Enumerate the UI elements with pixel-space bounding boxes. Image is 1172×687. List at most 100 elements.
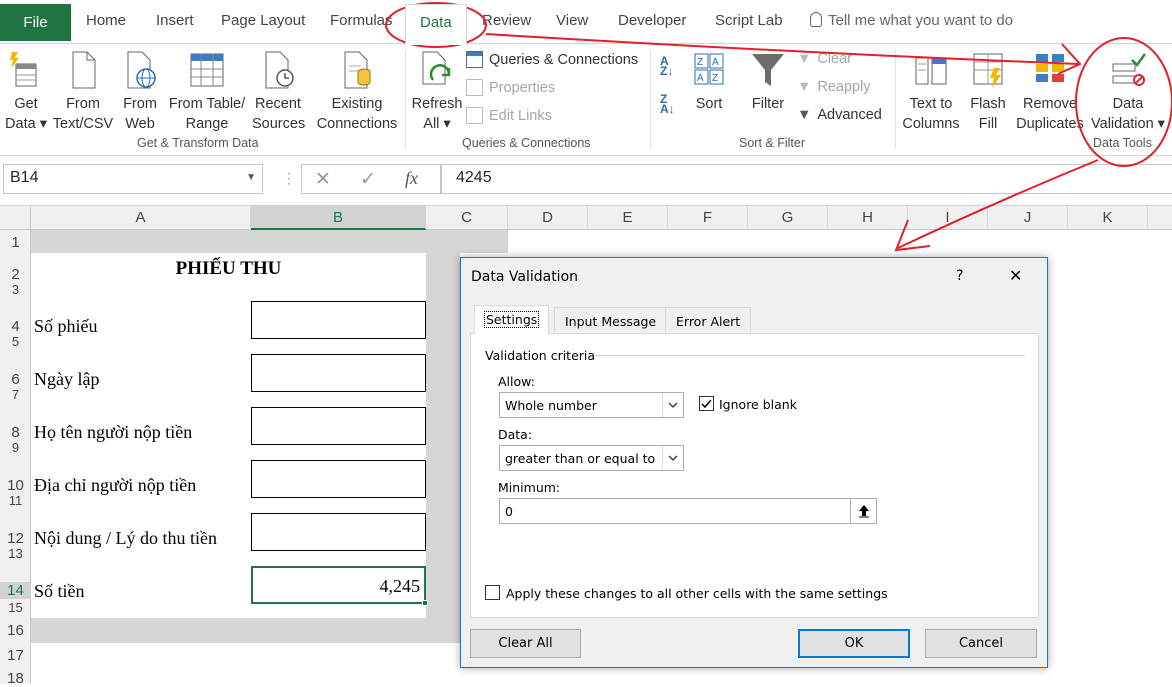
tab-insert[interactable]: Insert <box>156 12 194 29</box>
remove-duplicates-button[interactable]: Remove Duplicates <box>1014 50 1086 134</box>
column-header-f[interactable]: F <box>668 206 748 230</box>
properties-button[interactable]: Properties <box>466 79 555 96</box>
row-header-7[interactable]: 7 <box>0 387 31 402</box>
flash-fill-button[interactable]: Flash Fill <box>966 50 1010 134</box>
minimum-input[interactable]: 0 <box>499 498 877 524</box>
column-header-g[interactable]: G <box>748 206 828 230</box>
properties-label: Properties <box>489 79 556 96</box>
row-header-17[interactable]: 17 <box>0 647 31 664</box>
allow-select[interactable]: Whole number <box>499 392 684 418</box>
row-header-1[interactable]: 1 <box>0 234 31 251</box>
row-header-5[interactable]: 5 <box>0 334 31 349</box>
row-header-10[interactable]: 10 <box>0 477 31 494</box>
svg-text:Z: Z <box>712 73 718 84</box>
row-header-13[interactable]: 13 <box>0 546 31 561</box>
tab-developer[interactable]: Developer <box>618 12 686 29</box>
tell-me-search[interactable]: Tell me what you want to do <box>810 12 1013 29</box>
close-icon[interactable]: ✕ <box>1009 266 1022 285</box>
chevron-down-icon[interactable]: ▼ <box>246 172 256 183</box>
row-header-2[interactable]: 2 <box>0 266 31 283</box>
input-cell-b14-selected[interactable]: 4,245 <box>251 566 428 606</box>
tab-view[interactable]: View <box>556 12 588 29</box>
tab-error-alert[interactable]: Error Alert <box>665 307 752 333</box>
name-box[interactable]: B14 ▼ <box>3 164 263 194</box>
insert-function-icon[interactable]: fx <box>405 168 418 189</box>
filter-button[interactable]: Filter <box>746 50 790 114</box>
tab-script-lab[interactable]: Script Lab <box>715 12 783 29</box>
row-header-14[interactable]: 14 <box>0 582 31 599</box>
queries-connections-button[interactable]: Queries & Connections <box>466 51 638 68</box>
ignore-blank-checkbox[interactable] <box>699 396 714 411</box>
formula-input[interactable]: 4245 <box>441 164 1172 194</box>
tab-home[interactable]: Home <box>86 12 126 29</box>
clear-button[interactable]: ▼ Clear <box>797 51 852 67</box>
svg-text:A: A <box>697 73 704 84</box>
row-header-6[interactable]: 6 <box>0 371 31 388</box>
input-cell-b10[interactable] <box>251 460 426 498</box>
column-header-a[interactable]: A <box>31 206 251 230</box>
tab-page-layout[interactable]: Page Layout <box>221 12 305 29</box>
edit-links-button[interactable]: Edit Links <box>466 107 552 124</box>
data-validation-button[interactable]: Data Validation ▾ <box>1088 50 1168 134</box>
row-header-4[interactable]: 4 <box>0 318 31 335</box>
input-cell-b6[interactable] <box>251 354 426 392</box>
existing-connections-button[interactable]: Existing Connections <box>313 50 401 134</box>
tab-review[interactable]: Review <box>482 12 531 29</box>
input-cell-b4[interactable] <box>251 301 426 339</box>
from-table-range-button[interactable]: From Table/ Range <box>165 50 249 134</box>
refresh-all-button[interactable]: Refresh All ▾ <box>409 50 465 134</box>
sort-z-a-button[interactable]: Z A↓ <box>660 93 675 115</box>
input-cell-b8[interactable] <box>251 407 426 445</box>
reapply-button[interactable]: ▼ Reapply <box>797 79 871 95</box>
help-button[interactable]: ? <box>956 268 963 284</box>
text-to-columns-line1: Text to <box>909 96 953 112</box>
recent-sources-button[interactable]: Recent Sources <box>252 50 305 134</box>
row-header-15[interactable]: 15 <box>0 600 31 615</box>
column-header-b[interactable]: B <box>251 206 426 230</box>
column-header-c[interactable]: C <box>426 206 508 230</box>
reapply-label: Reapply <box>817 79 871 95</box>
range-selector-icon[interactable] <box>850 499 876 523</box>
column-header-i[interactable]: I <box>908 206 988 230</box>
column-header-d[interactable]: D <box>508 206 588 230</box>
column-header-k[interactable]: K <box>1068 206 1148 230</box>
ok-button[interactable]: OK <box>798 629 910 658</box>
row-header-3[interactable]: 3 <box>0 282 31 297</box>
tab-input-message[interactable]: Input Message <box>554 307 668 333</box>
minimum-label: Minimum: <box>498 480 561 495</box>
from-web-button[interactable]: From Web <box>118 50 162 134</box>
confirm-entry-icon[interactable]: ✓ <box>360 168 376 191</box>
data-operator-select[interactable]: greater than or equal to <box>499 445 684 471</box>
from-text-csv-button[interactable]: From Text/CSV <box>52 50 114 134</box>
data-validation-line1: Data <box>1112 96 1144 112</box>
clear-all-button[interactable]: Clear All <box>470 629 581 658</box>
row-header-11[interactable]: 11 <box>0 493 31 508</box>
tab-settings[interactable]: Settings <box>474 305 550 334</box>
apply-all-checkbox[interactable] <box>485 585 500 600</box>
row-header-8[interactable]: 8 <box>0 424 31 441</box>
row-header-12[interactable]: 12 <box>0 530 31 547</box>
sort-a-z-button[interactable]: A Z↓ <box>660 55 673 77</box>
fill-handle[interactable] <box>422 600 428 606</box>
tab-formulas[interactable]: Formulas <box>330 12 393 29</box>
get-data-button[interactable]: Get Data ▾ <box>4 50 48 134</box>
select-all-corner[interactable] <box>0 206 31 230</box>
funnel-icon <box>752 54 784 86</box>
column-header-e[interactable]: E <box>588 206 668 230</box>
advanced-button[interactable]: ▼ Advanced <box>797 107 882 123</box>
row-header-9[interactable]: 9 <box>0 440 31 455</box>
column-header-j[interactable]: J <box>988 206 1068 230</box>
row-header-16[interactable]: 16 <box>0 622 31 639</box>
ribbon-tab-bar: File Home Insert Page Layout Formulas Da… <box>0 0 1172 45</box>
input-cell-b12[interactable] <box>251 513 426 551</box>
text-to-columns-button[interactable]: Text to Columns <box>900 50 962 134</box>
cancel-button[interactable]: Cancel <box>925 629 1037 658</box>
tab-file[interactable]: File <box>0 4 71 41</box>
label-amount: Số tiền <box>34 581 85 601</box>
row-header-18[interactable]: 18 <box>0 670 31 687</box>
edit-links-label: Edit Links <box>489 107 552 124</box>
sort-button[interactable]: ZAAZ Sort <box>688 50 730 114</box>
cancel-entry-icon[interactable]: ✕ <box>315 168 331 191</box>
column-header-h[interactable]: H <box>828 206 908 230</box>
tab-data[interactable]: Data <box>405 4 467 45</box>
